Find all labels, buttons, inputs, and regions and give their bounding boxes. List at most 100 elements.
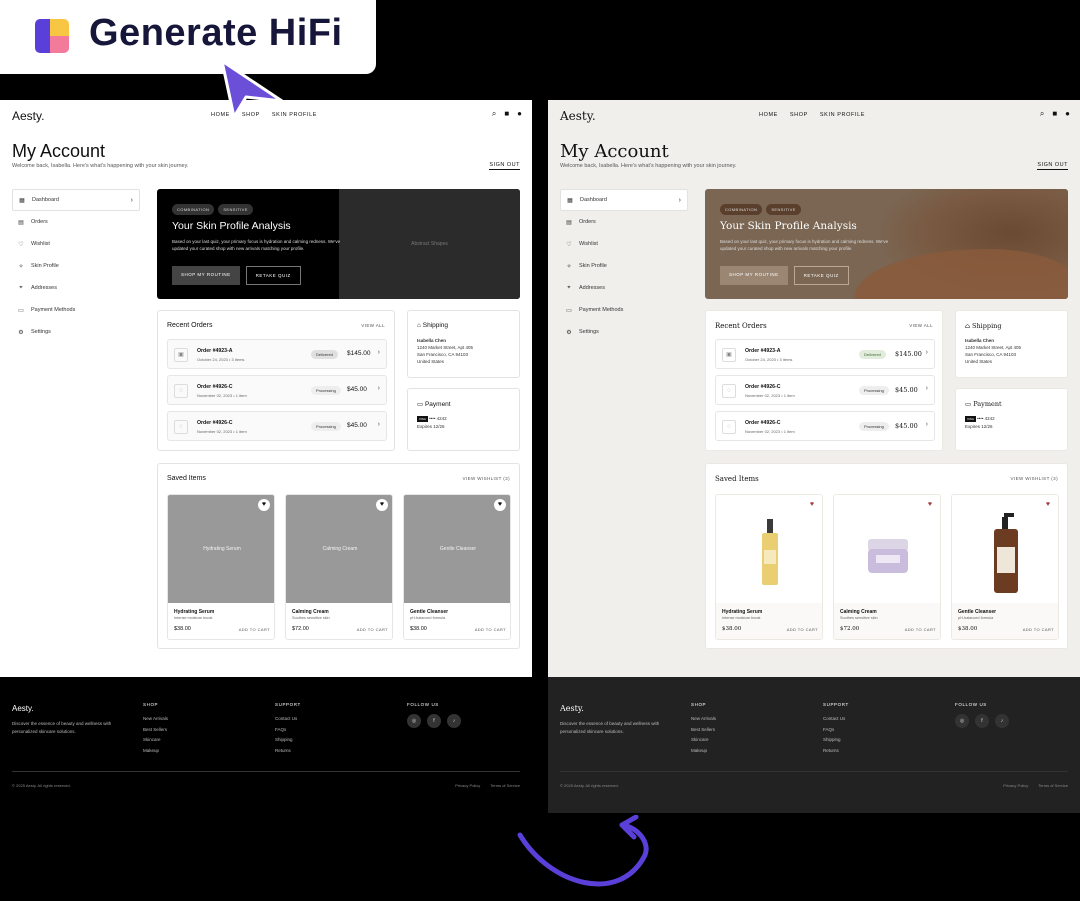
product-desc: Intense moisture boost <box>174 616 213 620</box>
sign-out-link[interactable]: SIGN OUT <box>1037 162 1068 170</box>
bag-icon[interactable]: ■ <box>1052 109 1057 119</box>
instagram-icon[interactable]: ◎ <box>407 714 421 728</box>
order-row[interactable]: ◌ Order #4926-C November 02, 2023 • 1 it… <box>715 375 935 405</box>
heart-icon[interactable]: ♥ <box>806 499 818 511</box>
sidebar-item-skin-profile[interactable]: ✧ Skin Profile <box>12 255 140 277</box>
footer-link[interactable]: FAQs <box>823 725 849 736</box>
product-card[interactable]: ♥ Hydrating Serum Intense moisture boost… <box>715 494 823 640</box>
add-to-cart-button[interactable]: ADD TO CART <box>1023 627 1054 632</box>
sidebar-item-settings[interactable]: ⚙ Settings <box>12 321 140 343</box>
view-all-link[interactable]: VIEW ALL <box>909 323 933 328</box>
order-price: $45.00 <box>895 386 918 394</box>
footer-link[interactable]: Contact Us <box>275 714 301 725</box>
add-to-cart-button[interactable]: ADD TO CART <box>239 627 270 632</box>
sidebar-item-wishlist[interactable]: ♡ Wishlist <box>12 233 140 255</box>
tiktok-icon[interactable]: ♪ <box>995 714 1009 728</box>
sidebar-item-payment-methods[interactable]: ▭ Payment Methods <box>560 299 688 321</box>
order-row[interactable]: ◌ Order #4926-C November 02, 2023 • 1 it… <box>167 375 387 405</box>
footer-link[interactable]: Returns <box>823 746 849 757</box>
chevron-right-icon[interactable]: › <box>926 421 928 428</box>
footer-link[interactable]: FAQs <box>275 725 301 736</box>
order-row[interactable]: ◌ Order #4926-C November 02, 2023 • 1 it… <box>715 411 935 441</box>
product-card[interactable]: ♥ Gentle Cleanser pH-balanced formula $3… <box>951 494 1059 640</box>
footer-link[interactable]: Makeup <box>691 746 716 757</box>
view-all-link[interactable]: VIEW ALL <box>361 323 385 328</box>
heart-icon[interactable]: ♥ <box>924 499 936 511</box>
order-row[interactable]: ▣ Order #4923-A October 24, 2023 • 3 ite… <box>167 339 387 369</box>
saved-items-card: Saved Items VIEW WISHLIST (3) Hydrating … <box>157 463 520 649</box>
sidebar-item-dashboard[interactable]: ▦ Dashboard › <box>12 189 140 211</box>
product-card[interactable]: Hydrating Serum ♥ Hydrating Serum Intens… <box>167 494 275 640</box>
shop-my-routine-button[interactable]: SHOP MY ROUTINE <box>720 266 788 285</box>
retake-quiz-button[interactable]: RETAKE QUIZ <box>245 266 301 285</box>
privacy-link[interactable]: Privacy Policy <box>1003 783 1028 788</box>
add-to-cart-button[interactable]: ADD TO CART <box>905 627 936 632</box>
footer-link[interactable]: Shipping <box>823 735 849 746</box>
user-icon[interactable]: ● <box>1065 109 1070 119</box>
heart-icon[interactable]: ♥ <box>258 499 270 511</box>
nav-home[interactable]: HOME <box>759 112 778 118</box>
brand-logo[interactable]: Aesty. <box>12 109 44 123</box>
heart-icon[interactable]: ♥ <box>1042 499 1054 511</box>
shop-my-routine-button[interactable]: SHOP MY ROUTINE <box>172 266 240 285</box>
sidebar-item-dashboard[interactable]: ▦ Dashboard › <box>560 189 688 211</box>
sidebar-item-payment-methods[interactable]: ▭ Payment Methods <box>12 299 140 321</box>
footer-link[interactable]: Best Sellers <box>691 725 716 736</box>
add-to-cart-button[interactable]: ADD TO CART <box>787 627 818 632</box>
order-row[interactable]: ◌ Order #4926-C November 02, 2023 • 1 it… <box>167 411 387 441</box>
terms-link[interactable]: Terms of Service <box>1038 783 1068 788</box>
nav-skin-profile[interactable]: SKIN PROFILE <box>820 112 865 118</box>
chevron-right-icon[interactable]: › <box>378 385 380 392</box>
footer-link[interactable]: Makeup <box>143 746 168 757</box>
facebook-icon[interactable]: f <box>427 714 441 728</box>
chevron-right-icon[interactable]: › <box>926 349 928 356</box>
footer-link[interactable]: New Arrivals <box>143 714 168 725</box>
payment-card: ▭ Payment VISA •••• 4242 Expires 12/26 <box>955 388 1068 451</box>
sidebar-item-skin-profile[interactable]: ✧ Skin Profile <box>560 255 688 277</box>
facebook-icon[interactable]: f <box>975 714 989 728</box>
footer-link[interactable]: Skincare <box>691 735 716 746</box>
footer-link[interactable]: Contact Us <box>823 714 849 725</box>
search-icon[interactable]: ⌕ <box>492 109 496 119</box>
sidebar-item-wishlist[interactable]: ♡ Wishlist <box>560 233 688 255</box>
sidebar-item-addresses[interactable]: ⌖ Addresses <box>12 277 140 299</box>
sign-out-link[interactable]: SIGN OUT <box>489 162 520 170</box>
privacy-link[interactable]: Privacy Policy <box>455 783 480 788</box>
nav-shop[interactable]: SHOP <box>790 112 808 118</box>
footer-link[interactable]: Best Sellers <box>143 725 168 736</box>
product-card[interactable]: Calming Cream ♥ Calming Cream Soothes se… <box>285 494 393 640</box>
order-number: Order #4923-A <box>745 348 781 354</box>
footer-link[interactable]: Skincare <box>143 735 168 746</box>
bag-icon[interactable]: ■ <box>504 109 509 119</box>
view-wishlist-link[interactable]: VIEW WISHLIST (3) <box>1011 476 1058 481</box>
chevron-right-icon[interactable]: › <box>926 385 928 392</box>
order-row[interactable]: ▣ Order #4923-A October 24, 2023 • 3 ite… <box>715 339 935 369</box>
sidebar-item-addresses[interactable]: ⌖ Addresses <box>560 277 688 299</box>
heart-icon[interactable]: ♥ <box>494 499 506 511</box>
retake-quiz-button[interactable]: RETAKE QUIZ <box>793 266 849 285</box>
hero-description: Based on your last quiz, your primary fo… <box>172 239 341 251</box>
product-card[interactable]: ♥ Calming Cream Soothes sensitive skin $… <box>833 494 941 640</box>
card-icon: ▭ <box>417 401 425 408</box>
brand-logo[interactable]: Aesty. <box>560 109 596 123</box>
footer-link[interactable]: Shipping <box>275 735 301 746</box>
search-icon[interactable]: ⌕ <box>1040 109 1044 119</box>
sidebar-item-orders[interactable]: ▤ Orders <box>12 211 140 233</box>
sidebar-item-settings[interactable]: ⚙ Settings <box>560 321 688 343</box>
tiktok-icon[interactable]: ♪ <box>447 714 461 728</box>
terms-link[interactable]: Terms of Service <box>490 783 520 788</box>
order-number: Order #4926-C <box>197 384 233 390</box>
heart-icon[interactable]: ♥ <box>376 499 388 511</box>
shipping-line: San Francisco, CA 94103 <box>417 352 469 357</box>
product-card[interactable]: Gentle Cleanser ♥ Gentle Cleanser pH-bal… <box>403 494 511 640</box>
user-icon[interactable]: ● <box>517 109 522 119</box>
instagram-icon[interactable]: ◎ <box>955 714 969 728</box>
footer-link[interactable]: New Arrivals <box>691 714 716 725</box>
view-wishlist-link[interactable]: VIEW WISHLIST (3) <box>463 476 510 481</box>
add-to-cart-button[interactable]: ADD TO CART <box>357 627 388 632</box>
chevron-right-icon[interactable]: › <box>378 349 380 356</box>
sidebar-item-orders[interactable]: ▤ Orders <box>560 211 688 233</box>
add-to-cart-button[interactable]: ADD TO CART <box>475 627 506 632</box>
footer-link[interactable]: Returns <box>275 746 301 757</box>
chevron-right-icon[interactable]: › <box>378 421 380 428</box>
